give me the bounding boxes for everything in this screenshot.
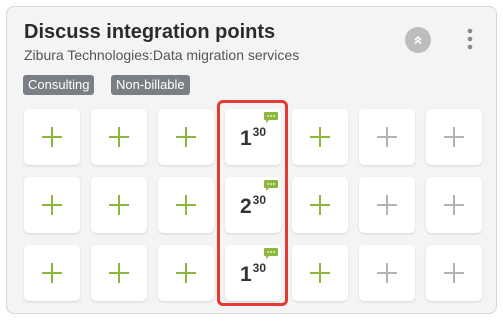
add-time-cell[interactable] (158, 177, 214, 233)
plus-icon (310, 263, 330, 283)
duration-value: 130 (240, 124, 266, 151)
time-entry-cell[interactable]: 130 (225, 245, 281, 301)
add-time-cell[interactable] (91, 245, 147, 301)
plus-icon (444, 127, 464, 147)
add-time-cell[interactable] (292, 109, 348, 165)
plus-icon (176, 127, 196, 147)
plus-icon (42, 263, 62, 283)
card-subtitle: Zibura Technologies:Data migration servi… (24, 47, 300, 63)
time-entry-cell[interactable]: 130 (225, 109, 281, 165)
duration-minutes: 30 (252, 124, 267, 139)
add-time-cell[interactable] (24, 177, 80, 233)
add-time-cell[interactable] (426, 109, 482, 165)
plus-icon (109, 127, 129, 147)
add-time-cell[interactable] (24, 245, 80, 301)
kebab-menu-button[interactable] (462, 27, 478, 53)
comment-icon (264, 248, 278, 259)
comment-icon (264, 180, 278, 191)
plus-icon (42, 127, 62, 147)
tag-non-billable: Non-billable (111, 75, 190, 95)
add-time-cell[interactable] (359, 177, 415, 233)
duration-minutes: 30 (252, 260, 267, 275)
plus-icon (310, 127, 330, 147)
plus-icon (377, 263, 397, 283)
plus-icon (42, 195, 62, 215)
card-title: Discuss integration points (24, 21, 276, 43)
time-entry-cell[interactable]: 230 (225, 177, 281, 233)
add-time-cell[interactable] (158, 245, 214, 301)
plus-icon (310, 195, 330, 215)
duration-minutes: 30 (252, 192, 267, 207)
duration-value: 230 (240, 192, 266, 219)
add-time-cell[interactable] (292, 245, 348, 301)
add-time-cell[interactable] (24, 109, 80, 165)
plus-icon (176, 195, 196, 215)
add-time-cell[interactable] (426, 177, 482, 233)
comment-icon (264, 112, 278, 123)
add-time-cell[interactable] (292, 177, 348, 233)
add-time-cell[interactable] (359, 245, 415, 301)
duration-hours: 2 (239, 194, 252, 218)
add-time-cell[interactable] (359, 109, 415, 165)
kebab-menu-icon (467, 28, 473, 50)
plus-icon (444, 263, 464, 283)
duration-hours: 1 (239, 126, 252, 150)
add-time-cell[interactable] (158, 109, 214, 165)
plus-icon (176, 263, 196, 283)
chevron-double-up-icon (414, 35, 422, 45)
plus-icon (377, 127, 397, 147)
duration-value: 130 (240, 260, 266, 287)
plus-icon (109, 195, 129, 215)
plus-icon (109, 263, 129, 283)
add-time-cell[interactable] (91, 109, 147, 165)
plus-icon (444, 195, 464, 215)
duration-hours: 1 (239, 262, 252, 286)
plus-icon (377, 195, 397, 215)
tag-consulting: Consulting (23, 75, 95, 95)
add-time-cell[interactable] (426, 245, 482, 301)
collapse-button[interactable] (405, 27, 431, 53)
add-time-cell[interactable] (91, 177, 147, 233)
